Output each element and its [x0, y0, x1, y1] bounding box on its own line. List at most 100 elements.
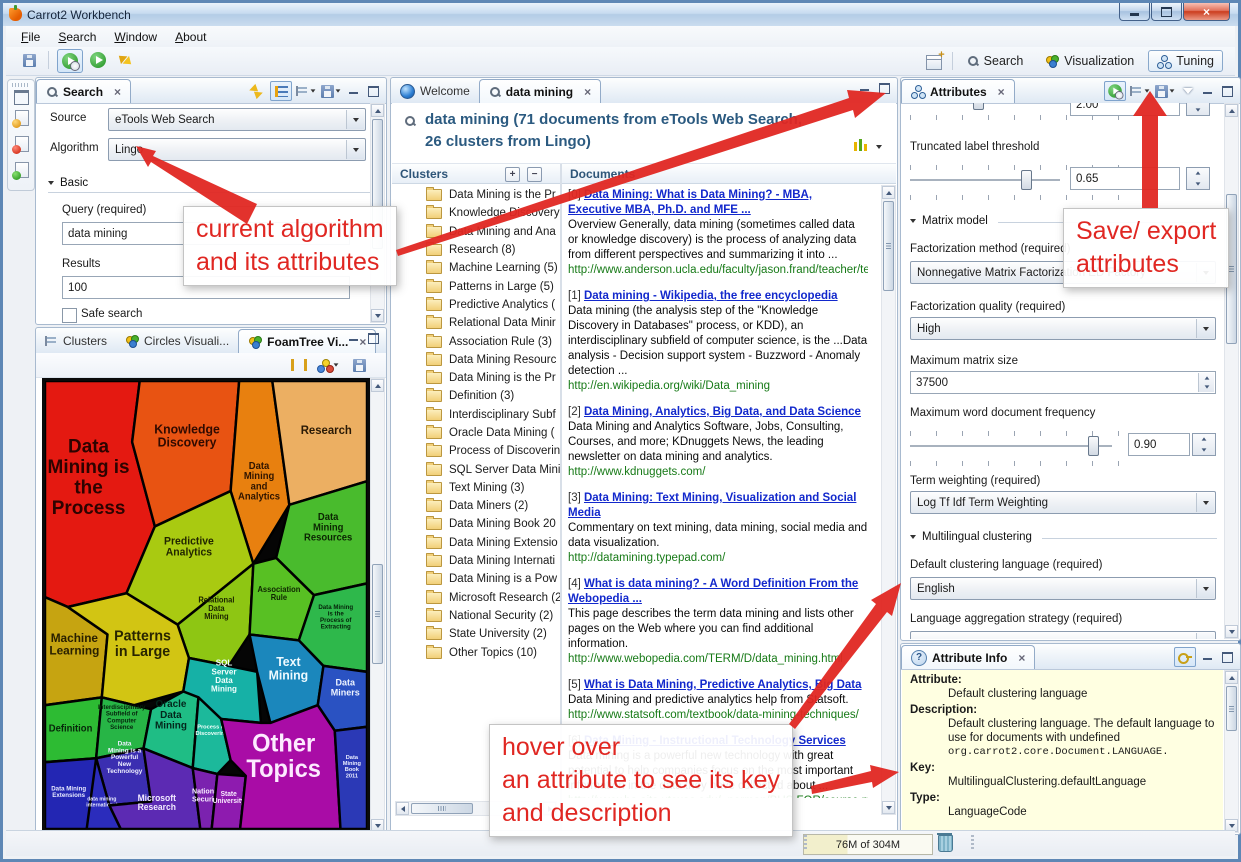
max-word-slider[interactable]	[910, 435, 1112, 457]
simple-layout-button[interactable]	[270, 81, 292, 101]
document-url[interactable]: http://www.kdnuggets.com/	[568, 465, 868, 480]
tab-circles-viz[interactable]: Circles Visuali...	[116, 329, 238, 353]
source-combo[interactable]: eTools Web Search	[108, 108, 366, 131]
top-slider[interactable]	[910, 103, 1060, 111]
cluster-tree-item[interactable]: SQL Server Data Mini	[392, 460, 560, 478]
safe-search-checkbox[interactable]	[62, 308, 77, 323]
attributes-scrollbar[interactable]	[1224, 103, 1239, 639]
document-title-link[interactable]: Data Mining: Text Mining, Visualization …	[568, 492, 856, 519]
show-details-button[interactable]	[1174, 647, 1196, 667]
default-language-combo[interactable]: English	[910, 577, 1216, 600]
document-url[interactable]: http://datamining.typepad.com/	[568, 551, 868, 566]
minimize-view-button[interactable]	[345, 84, 362, 99]
fast-view-errors[interactable]	[15, 136, 29, 155]
maximize-editor-button[interactable]	[876, 81, 893, 96]
cluster-tree-item[interactable]: Knowledge Discovery	[392, 204, 560, 222]
tab-clusters-viz[interactable]: Clusters	[36, 329, 116, 353]
menu-window[interactable]: Window	[105, 28, 166, 46]
close-icon[interactable]: ×	[114, 87, 121, 97]
cluster-tree-item[interactable]: Definition (3)	[392, 387, 560, 405]
top-value-field[interactable]: 2.00	[1070, 103, 1180, 116]
cluster-tree-item[interactable]: Data Mining is the Pr	[392, 186, 560, 204]
truncated-value-field[interactable]: 0.65	[1070, 167, 1180, 190]
minimize-button[interactable]	[1119, 3, 1150, 21]
truncated-slider[interactable]	[910, 169, 1060, 191]
cluster-tree-item[interactable]: Text Mining (3)	[392, 479, 560, 497]
cluster-tree-item[interactable]: Patterns in Large (5)	[392, 277, 560, 295]
cluster-tree-item[interactable]: Microsoft Research (2	[392, 589, 560, 607]
collapse-all-button[interactable]: −	[527, 167, 542, 182]
tab-search[interactable]: Search×	[36, 79, 131, 103]
cluster-tree-item[interactable]: Data Mining Book 20	[392, 515, 560, 533]
close-icon[interactable]: ×	[584, 87, 591, 97]
minimize-editor-button[interactable]	[856, 81, 873, 96]
foamtree-canvas[interactable]: DataMining istheProcessKnowledgeDiscover…	[42, 378, 370, 832]
document-title-link[interactable]: Data Mining: What is Data Mining? - MBA,…	[568, 189, 812, 216]
attribute-info-scrollbar[interactable]	[1224, 670, 1239, 833]
cluster-tree-item[interactable]: Interdisciplinary Subf	[392, 406, 560, 424]
tab-attributes[interactable]: Attributes×	[901, 79, 1015, 103]
multilingual-section[interactable]: Multilingual clustering	[910, 531, 1032, 543]
cluster-tree-item[interactable]: Data Mining Resourc	[392, 351, 560, 369]
cluster-tree-item[interactable]: Data Miners (2)	[392, 497, 560, 515]
maximize-button[interactable]	[1151, 3, 1182, 21]
process-scheduled-button[interactable]	[57, 49, 83, 73]
document-title-link[interactable]: Data mining - Wikipedia, the free encycl…	[584, 290, 838, 302]
menu-file[interactable]: File	[12, 28, 49, 46]
layout-columns-button[interactable]	[854, 139, 868, 154]
tab-attribute-info[interactable]: ? Attribute Info×	[901, 645, 1035, 669]
open-perspective-button[interactable]	[922, 51, 946, 73]
restart-button[interactable]	[113, 49, 137, 71]
menu-search[interactable]: Search	[49, 28, 105, 46]
fast-view-attributes[interactable]	[15, 110, 29, 129]
max-word-spinner[interactable]	[1192, 433, 1216, 456]
perspective-visualization[interactable]: Visualization	[1037, 51, 1142, 71]
cluster-tree-item[interactable]: Data Mining is a Pow	[392, 570, 560, 588]
basic-section-header[interactable]: Basic	[48, 177, 88, 189]
cluster-tree-item[interactable]: Data Mining and Ana	[392, 223, 560, 241]
expand-all-button[interactable]: +	[505, 167, 520, 182]
minimize-view-button[interactable]	[1199, 650, 1216, 665]
cluster-tree-item[interactable]: Data Mining Internati	[392, 552, 560, 570]
algorithm-combo[interactable]: Lingo	[108, 138, 366, 161]
perspective-tuning[interactable]: Tuning	[1148, 50, 1223, 72]
max-matrix-field[interactable]: 37500	[910, 371, 1216, 394]
maximize-view-button[interactable]	[1219, 84, 1236, 99]
foamtree-visualization[interactable]: DataMining istheProcessKnowledgeDiscover…	[45, 381, 367, 829]
cluster-tree-item[interactable]: Process of Discoverin	[392, 442, 560, 460]
cluster-tree-item[interactable]: State University (2)	[392, 625, 560, 643]
cluster-tree-item[interactable]: Research (8)	[392, 241, 560, 259]
garbage-collect-button[interactable]	[938, 835, 953, 855]
term-weighting-combo[interactable]: Log Tf Idf Term Weighting	[910, 491, 1216, 514]
cluster-tree-item[interactable]: Data Mining Extensio	[392, 534, 560, 552]
live-update-button[interactable]	[1104, 81, 1126, 101]
tree-layout-button[interactable]	[295, 81, 317, 101]
pause-animation-button[interactable]	[288, 355, 310, 375]
minimize-view-button[interactable]	[1199, 84, 1216, 99]
cluster-tree-item[interactable]: National Security (2)	[392, 607, 560, 625]
matrix-model-section[interactable]: Matrix model	[910, 215, 988, 227]
save-attributes-button[interactable]	[1154, 81, 1176, 101]
save-image-button[interactable]	[348, 355, 370, 375]
cluster-tree-item[interactable]: Machine Learning (5)	[392, 259, 560, 277]
document-url[interactable]: http://en.wikipedia.org/wiki/Data_mining	[568, 379, 868, 394]
document-url[interactable]: http://www.statsoft.com/textbook/data-mi…	[568, 708, 868, 723]
cluster-tree-item[interactable]: Other Topics (10)	[392, 643, 560, 661]
top-spinner[interactable]	[1186, 103, 1210, 116]
save-search-button[interactable]	[320, 81, 342, 101]
fast-view-processes[interactable]	[15, 162, 29, 181]
swap-source-button[interactable]	[245, 81, 267, 101]
dropdown-icon[interactable]	[876, 145, 882, 149]
maximize-view-button[interactable]	[365, 331, 382, 346]
factorization-quality-combo[interactable]: High	[910, 317, 1216, 340]
save-toolbar-button[interactable]	[17, 49, 41, 71]
tab-data-mining[interactable]: data mining×	[479, 79, 601, 103]
maximize-view-button[interactable]	[365, 84, 382, 99]
cluster-tree-item[interactable]: Data Mining is the Pr	[392, 369, 560, 387]
tab-welcome[interactable]: Welcome	[391, 79, 479, 103]
process-button[interactable]	[86, 49, 110, 71]
document-title-link[interactable]: What is data mining? - A Word Definition…	[568, 578, 858, 605]
close-button[interactable]: ×	[1183, 3, 1230, 21]
cluster-tree-item[interactable]: Predictive Analytics (	[392, 296, 560, 314]
language-aggregation-combo[interactable]	[910, 631, 1216, 639]
